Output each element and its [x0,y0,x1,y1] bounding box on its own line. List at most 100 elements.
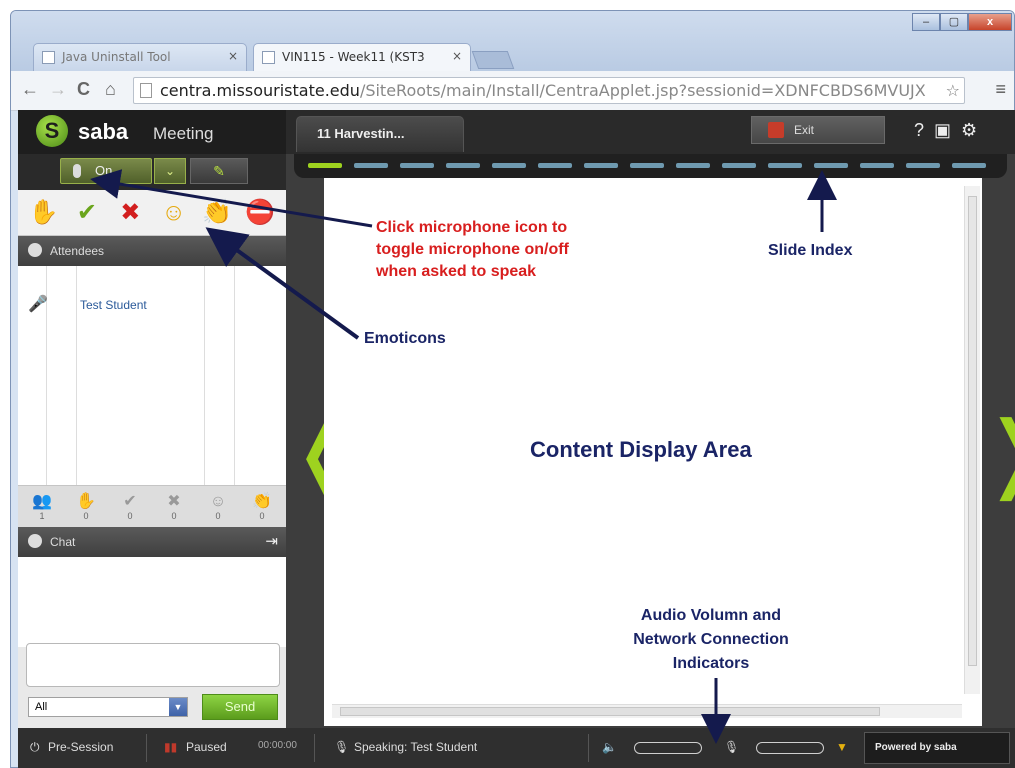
tab-close-icon[interactable]: × [228,49,238,63]
chat-input[interactable] [26,643,280,687]
slide-index-segment[interactable] [308,163,342,168]
count-value: 0 [171,510,177,521]
slide-index-segment[interactable] [538,163,572,168]
power-icon: ⏻ [30,740,40,754]
count-value: 0 [83,510,89,521]
browser-menu-icon[interactable]: ≡ [995,79,1006,100]
brand-name: saba [78,119,129,144]
pen-tool-button[interactable]: ✎ [190,158,248,184]
slide-index-segment[interactable] [492,163,526,168]
content-vertical-scrollbar[interactable] [964,186,980,694]
reload-icon[interactable]: C [77,79,90,100]
microphone-icon [73,164,81,178]
smiley-icon[interactable]: ☺ [156,199,192,227]
slide-index-segment[interactable] [952,163,986,168]
no-count: ✖ 0 [154,493,194,521]
mic-level-icon: 🎙 [724,740,740,754]
next-slide-arrow-icon[interactable]: ❭ [980,410,1015,494]
no-x-icon[interactable]: ✖ [112,198,148,227]
page-favicon-icon [262,51,275,64]
settings-gear-icon[interactable]: ⚙ [961,120,977,141]
attendee-name: Test Student [80,298,147,312]
mic-level-meter [756,742,824,754]
mic-status-label: On [95,163,113,178]
x-icon: ✖ [167,492,181,510]
browser-tab-java-uninstall[interactable]: Java Uninstall Tool × [33,43,247,71]
help-icon[interactable]: ? [914,120,924,141]
chevron-down-icon: ▼ [169,698,187,716]
exit-label: Exit [794,123,815,137]
content-display-area-label: Content Display Area [530,437,752,462]
mic-annotation-text: Click microphone icon to toggle micropho… [376,217,569,283]
attendee-list: 🎤 Test Student [18,266,286,485]
attendee-row[interactable]: 🎤 Test Student [18,290,286,320]
yes-check-icon[interactable]: ✔ [69,198,105,227]
home-icon[interactable]: ⌂ [105,79,116,100]
slide-index-segment[interactable] [722,163,756,168]
new-tab-button[interactable] [471,51,515,69]
applause-icon[interactable]: 👏 [199,198,235,227]
person-icon [28,243,42,257]
count-value: 1 [39,510,45,521]
annotation-line: Indicators [672,655,750,672]
product-name: Meeting [153,124,214,143]
screenshot-root: Java Uninstall Tool × VIN115 - Week11 (K… [0,0,1015,768]
status-bar: ⏻ Pre-Session ▮▮ Paused 00:00:00 🎙 Speak… [18,728,1015,768]
saba-logo-icon: S [36,115,68,147]
chat-export-icon[interactable]: ⇥ [265,527,278,557]
count-value: 0 [259,510,265,521]
slide-index-segment[interactable] [676,163,710,168]
close-window-button[interactable]: x [968,13,1012,31]
step-away-icon[interactable]: ⛔ [242,198,278,227]
chat-recipient-select[interactable]: All ▼ [28,697,188,717]
browser-tab-vin115[interactable]: VIN115 - Week11 (KST3 × [253,43,471,71]
slide-index-segment[interactable] [814,163,848,168]
annotation-line: toggle microphone on/off [376,241,569,258]
yes-count: ✔ 0 [110,493,150,521]
slide-index-segment[interactable] [906,163,940,168]
layout-icon[interactable]: ▣ [934,120,951,141]
raise-hand-icon[interactable]: ✋ [26,198,62,227]
content-horizontal-scrollbar[interactable] [332,704,962,718]
session-title-tab[interactable]: 11 Harvestin... [296,116,464,152]
feedback-counts: 👥 1 ✋ 0 ✔ 0 ✖ 0 ☺ 0 👏 0 [18,485,286,527]
raise-hand-count: ✋ 0 [66,493,106,521]
exit-button[interactable]: Exit [751,116,885,144]
tab-close-icon[interactable]: × [452,49,462,63]
slide-index-segment[interactable] [400,163,434,168]
top-right-icons: ? ▣ ⚙ [914,120,977,141]
slide-index-segment[interactable] [860,163,894,168]
slide-index-segment[interactable] [630,163,664,168]
annotation-line: when asked to speak [376,263,537,280]
slide-index-segment[interactable] [584,163,618,168]
left-panel: S saba Meeting On ⌄ ✎ ✋ ✔ ✖ ☺ 👏 ⛔ Attend… [18,110,286,768]
slide-index-segment[interactable] [768,163,802,168]
slide-index-segment[interactable] [446,163,480,168]
slide-index-segment[interactable] [354,163,388,168]
back-icon[interactable]: ← [21,79,39,100]
scroll-thumb[interactable] [968,196,977,666]
bookmark-star-icon[interactable]: ☆ [946,78,960,103]
window-controls: – ▢ x [912,13,1012,31]
chat-history [18,557,286,647]
url-input[interactable]: centra.missouristate.edu/SiteRoots/main/… [133,77,965,104]
scroll-thumb[interactable] [340,707,880,716]
microphone-toggle-button[interactable]: On [60,158,152,184]
maximize-button[interactable]: ▢ [940,13,968,31]
pre-session-label: Pre-Session [48,740,114,754]
tab-label: VIN115 - Week11 (KST3 [282,50,425,64]
powered-by-badge: Powered by saba [864,732,1010,764]
mic-dropdown-button[interactable]: ⌄ [154,158,186,184]
session-timer: 00:00:00 [258,740,297,751]
network-connection-icon: ▼ [836,740,848,754]
annotation-line: Click microphone icon to [376,219,568,236]
pause-icon: ▮▮ [164,740,178,754]
exit-icon [768,122,784,138]
send-button[interactable]: Send [202,694,278,720]
emoticons-annotation: Emoticons [364,330,446,347]
volume-icon[interactable]: 🔈 [602,740,617,754]
forward-icon[interactable]: → [49,79,67,100]
divider [314,734,315,762]
session-top-bar: 11 Harvestin... Exit ? ▣ ⚙ [286,110,1015,154]
minimize-button[interactable]: – [912,13,940,31]
